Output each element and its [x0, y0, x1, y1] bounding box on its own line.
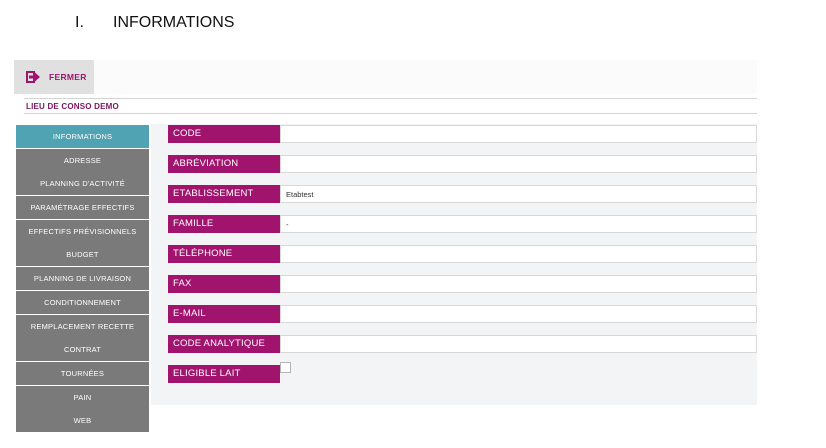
field-row-code-analytique: CODE ANALYTIQUE: [168, 335, 757, 353]
sidebar-item-remplacement-recette[interactable]: REMPLACEMENT RECETTE: [16, 314, 149, 338]
field-label: ELIGIBLE LAIT: [168, 365, 280, 383]
field-row-code: CODE: [168, 125, 757, 143]
field-row-abreviation: ABRÉVIATION: [168, 155, 757, 173]
abreviation-input[interactable]: [280, 155, 757, 173]
sidebar-item-tournees[interactable]: TOURNÉES: [16, 361, 149, 385]
famille-input[interactable]: [280, 215, 757, 233]
sidebar-item-effectifs-previsionnels[interactable]: EFFECTIFS PRÉVISIONNELS: [16, 219, 149, 243]
toolbar: FERMER: [14, 60, 757, 94]
field-row-famille: FAMILLE: [168, 215, 757, 233]
field-label: ETABLISSEMENT: [168, 185, 280, 203]
sidebar-item-pain[interactable]: PAIN: [16, 385, 149, 409]
sidebar-nav: INFORMATIONS ADRESSE PLANNING D'ACTIVITÉ…: [16, 125, 149, 433]
section-title: INFORMATIONS: [113, 14, 235, 31]
field-row-fax: FAX: [168, 275, 757, 293]
site-name-bar: LIEU DE CONSO DEMO: [24, 98, 757, 114]
code-analytique-input[interactable]: [280, 335, 757, 353]
field-label: FAX: [168, 275, 280, 293]
field-label: E-MAIL: [168, 305, 280, 323]
sidebar-item-budget[interactable]: BUDGET: [16, 243, 149, 267]
etablissement-input[interactable]: [280, 185, 757, 203]
field-row-etablissement: ETABLISSEMENT: [168, 185, 757, 203]
field-row-eligible-lait: ELIGIBLE LAIT: [168, 362, 757, 383]
sidebar-item-web[interactable]: WEB: [16, 409, 149, 433]
sidebar-item-planning-activite[interactable]: PLANNING D'ACTIVITÉ: [16, 172, 149, 196]
sidebar-item-parametrage-effectifs[interactable]: PARAMÉTRAGE EFFECTIFS: [16, 196, 149, 220]
field-label: CODE ANALYTIQUE: [168, 335, 280, 353]
sidebar-item-contrat[interactable]: CONTRAT: [16, 338, 149, 362]
field-label: ABRÉVIATION: [168, 155, 280, 173]
sidebar-item-adresse[interactable]: ADRESSE: [16, 148, 149, 172]
sidebar-item-informations[interactable]: INFORMATIONS: [16, 125, 149, 148]
section-number: I.: [75, 14, 84, 31]
eligible-lait-checkbox[interactable]: [280, 362, 291, 373]
sidebar-item-conditionnement[interactable]: CONDITIONNEMENT: [16, 290, 149, 314]
sidebar-item-planning-livraison[interactable]: PLANNING DE LIVRAISON: [16, 267, 149, 291]
code-input[interactable]: [280, 125, 757, 143]
field-row-email: E-MAIL: [168, 305, 757, 323]
sign-out-icon: [26, 71, 40, 83]
informations-form: CODE ABRÉVIATION ETABLISSEMENT FAMILLE T…: [151, 124, 757, 405]
field-label: FAMILLE: [168, 215, 280, 233]
field-label: CODE: [168, 125, 280, 143]
app-window: FERMER LIEU DE CONSO DEMO INFORMATIONS A…: [14, 58, 757, 436]
document-section-heading: I. INFORMATIONS: [75, 14, 234, 32]
field-label: TÉLÉPHONE: [168, 245, 280, 263]
fax-input[interactable]: [280, 275, 757, 293]
field-row-telephone: TÉLÉPHONE: [168, 245, 757, 263]
close-button-label: FERMER: [49, 72, 87, 82]
close-button[interactable]: FERMER: [14, 60, 94, 94]
email-input[interactable]: [280, 305, 757, 323]
telephone-input[interactable]: [280, 245, 757, 263]
